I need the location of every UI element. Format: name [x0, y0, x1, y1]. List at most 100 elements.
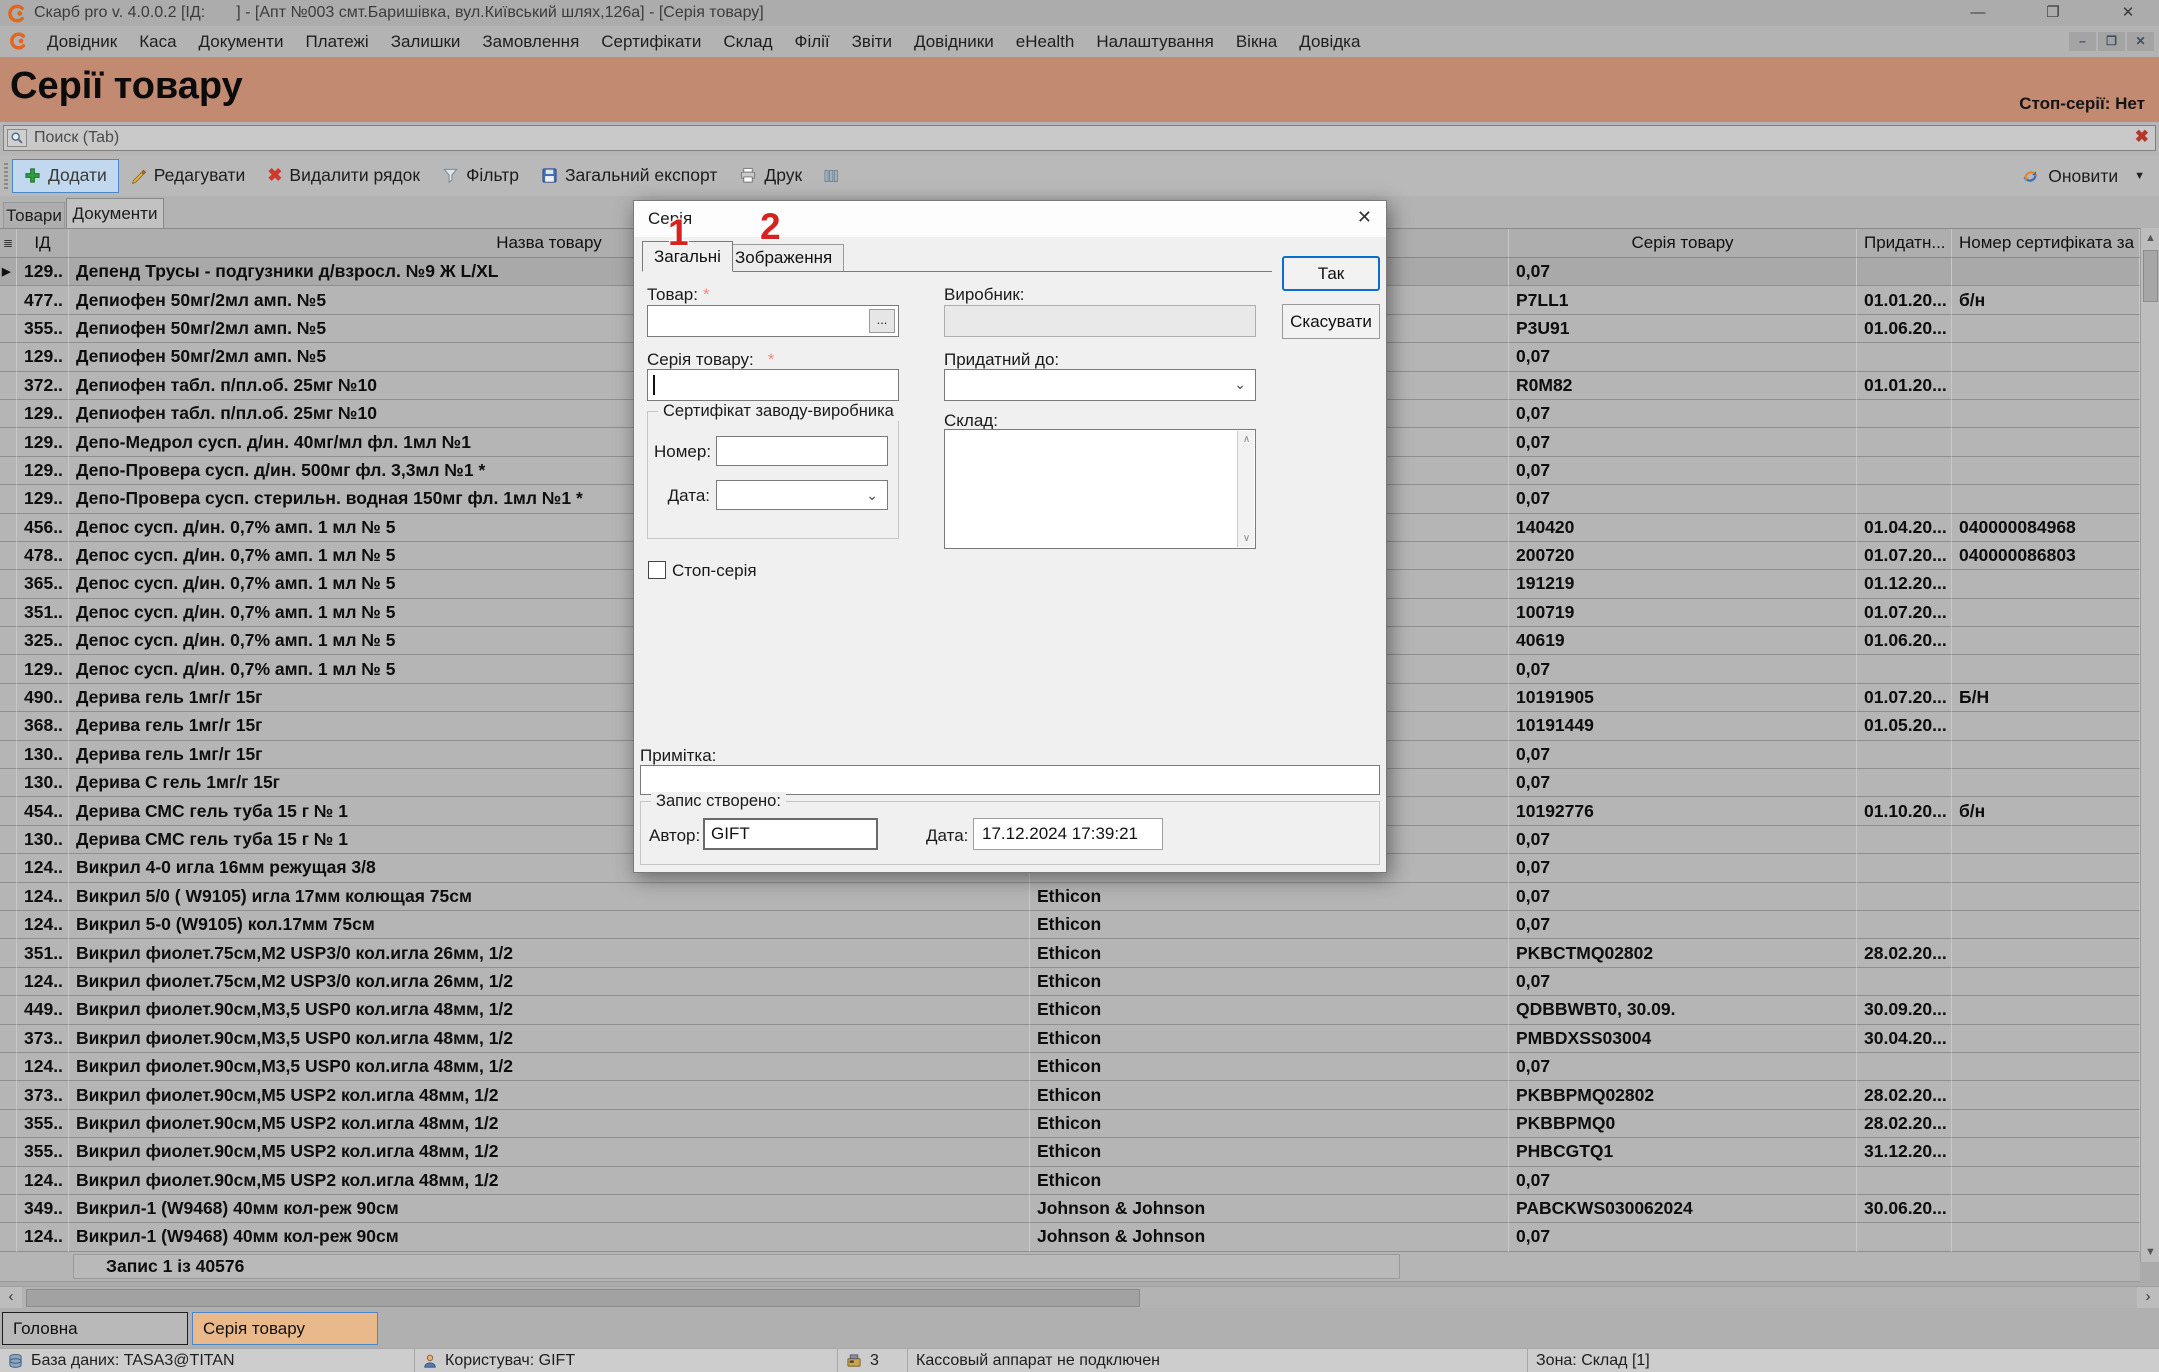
menu-item-7[interactable]: Сертифікати [590, 32, 712, 52]
table-row[interactable]: 124..Викрил фиолет.90см,М3,5 USP0 кол.иг… [0, 1053, 2140, 1081]
cancel-button[interactable]: Скасувати [1282, 304, 1380, 339]
menu-item-15[interactable]: Довідка [1288, 32, 1371, 52]
cell-name: Викрил фиолет.75см,М2 USP3/0 кол.игла 26… [69, 939, 1030, 967]
table-row[interactable]: 373..Викрил фиолет.90см,М3,5 USP0 кол.иг… [0, 1025, 2140, 1053]
cell-mfr: Ethicon [1030, 1110, 1509, 1138]
menu-item-2[interactable]: Каса [128, 32, 187, 52]
menu-item-12[interactable]: eHealth [1005, 32, 1086, 52]
cell-id: 124.. [17, 968, 69, 996]
menu-item-11[interactable]: Довідники [903, 32, 1005, 52]
avtor-field[interactable]: GIFT [703, 818, 878, 850]
print-button[interactable]: Друк [728, 159, 813, 193]
pridatny-combobox[interactable]: ⌄ [944, 369, 1256, 401]
scroll-right-icon[interactable]: › [2137, 1287, 2159, 1309]
scroll-left-icon[interactable]: ‹ [0, 1287, 22, 1309]
close-button[interactable]: ✕ [2105, 1, 2151, 25]
clear-search-icon[interactable]: ✖ [2135, 127, 2149, 147]
export-button[interactable]: Загальний експорт [530, 159, 728, 193]
menu-item-14[interactable]: Вікна [1225, 32, 1288, 52]
table-row[interactable]: 124..Викрил фиолет.75см,М2 USP3/0 кол.иг… [0, 968, 2140, 996]
delete-row-button[interactable]: ✖ Видалити рядок [256, 159, 431, 193]
table-row[interactable]: 373..Викрил фиолет.90см,М5 USP2 кол.игла… [0, 1081, 2140, 1109]
mdi-close-button[interactable]: ✕ [2127, 32, 2154, 51]
table-row[interactable]: 355..Викрил фиолет.90см,М5 USP2 кол.игла… [0, 1138, 2140, 1166]
search-input[interactable]: Поиск (Tab) ✖ [3, 125, 2156, 151]
table-row[interactable]: 124..Викрил фиолет.90см,М5 USP2 кол.игла… [0, 1167, 2140, 1195]
refresh-button[interactable]: Оновити ▼ [2021, 160, 2145, 192]
column-header-certificate[interactable]: Номер сертифіката за [1952, 229, 2140, 258]
chevron-down-icon[interactable]: ▼ [2134, 170, 2145, 182]
menu-item-4[interactable]: Платежі [294, 32, 379, 52]
restore-button[interactable]: ❐ [2030, 1, 2076, 25]
cell-id: 129.. [17, 400, 69, 428]
horizontal-scroll-thumb[interactable] [26, 1289, 1140, 1307]
columns-button[interactable] [813, 159, 850, 193]
chevron-down-icon[interactable]: ⌄ [866, 487, 878, 504]
scroll-up-icon[interactable]: ▲ [2141, 228, 2159, 248]
column-header-expiry[interactable]: Придатн... [1857, 229, 1952, 258]
mdi-restore-button[interactable]: ❐ [2098, 32, 2125, 51]
add-button[interactable]: Додати [12, 159, 119, 193]
scroll-down-icon[interactable]: ∨ [1238, 533, 1255, 544]
chevron-down-icon[interactable]: ⌄ [1234, 376, 1246, 393]
cell-expiry [1857, 968, 1952, 996]
window-title: Скарб pro v. 4.0.0.2 [ІД: ] - [Апт №003 … [34, 4, 764, 22]
status-cash-register-text: Кассовый аппарат не подключен [916, 1352, 1160, 1370]
cell-serie: 0,07 [1509, 968, 1857, 996]
dialog-close-icon[interactable]: ✕ [1357, 207, 1372, 228]
table-row[interactable]: 349..Викрил-1 (W9468) 40мм кол-реж 90смJ… [0, 1195, 2140, 1223]
menu-item-13[interactable]: Налаштування [1085, 32, 1225, 52]
menu-item-5[interactable]: Залишки [380, 32, 472, 52]
vertical-scrollbar[interactable]: ▲ ▼ [2140, 228, 2159, 1262]
grid-menu-icon[interactable]: ≣ [0, 229, 17, 258]
sklad-textarea[interactable]: ∧ ∨ [944, 429, 1256, 549]
tab-dokumenty[interactable]: Документи [66, 198, 164, 228]
edit-button[interactable]: Редагувати [119, 159, 257, 193]
menu-item-9[interactable]: Філії [784, 32, 841, 52]
menu-item-10[interactable]: Звіти [841, 32, 903, 52]
tab-tovary[interactable]: Товари [3, 202, 65, 228]
table-row[interactable]: 355..Викрил фиолет.90см,М5 USP2 кол.игла… [0, 1110, 2140, 1138]
bottom-tab-seria-tovaru[interactable]: Серія товару [192, 1312, 378, 1345]
primitka-field[interactable] [640, 765, 1380, 795]
filter-button[interactable]: Фільтр [431, 159, 530, 193]
seria-field[interactable] [647, 369, 899, 401]
dialog-tab-zobrazhennya[interactable]: Зображення [723, 244, 844, 272]
column-header-id[interactable]: ІД [17, 229, 69, 258]
ok-button[interactable]: Так [1282, 256, 1380, 291]
cell-serie: 0,07 [1509, 258, 1857, 286]
menu-item-8[interactable]: Склад [712, 32, 783, 52]
cell-expiry [1857, 741, 1952, 769]
cell-id: 454.. [17, 797, 69, 825]
column-header-series[interactable]: Серія товару [1509, 229, 1857, 258]
menu-item-3[interactable]: Документи [188, 32, 295, 52]
cell-cert [1952, 1223, 2140, 1251]
table-row[interactable]: 124..Викрил 5-0 (W9105) кол.17мм 75смEth… [0, 911, 2140, 939]
scroll-down-icon[interactable]: ▼ [2141, 1242, 2159, 1262]
table-row[interactable]: 351..Викрил фиолет.75см,М2 USP3/0 кол.иг… [0, 939, 2140, 967]
textarea-scrollbar[interactable]: ∧ ∨ [1237, 431, 1254, 547]
cell-cert [1952, 315, 2140, 343]
record-count: Запис 1 із 40576 [106, 1256, 244, 1277]
menu-item-6[interactable]: Замовлення [471, 32, 590, 52]
mdi-minimize-button[interactable]: – [2069, 32, 2096, 51]
cert-date-combobox[interactable]: ⌄ [716, 480, 888, 510]
table-row[interactable]: 124..Викрил-1 (W9468) 40мм кол-реж 90смJ… [0, 1223, 2140, 1251]
search-band: Поиск (Tab) ✖ [0, 122, 2159, 155]
table-row[interactable]: 124..Викрил 5/0 ( W9105) игла 17мм колющ… [0, 883, 2140, 911]
vertical-scroll-thumb[interactable] [2143, 250, 2158, 302]
cell-cert [1952, 655, 2140, 683]
status-database: База даних: TASA3@TITAN [0, 1349, 415, 1372]
table-row[interactable]: 449..Викрил фиолет.90см,М3,5 USP0 кол.иг… [0, 996, 2140, 1024]
created-date-field[interactable]: 17.12.2024 17:39:21 [973, 818, 1163, 850]
nomer-field[interactable] [716, 436, 888, 466]
stop-series-checkbox[interactable] [648, 561, 666, 579]
tovar-field[interactable]: ... [647, 305, 899, 337]
menu-item-1[interactable]: Довідник [36, 32, 128, 52]
horizontal-scrollbar[interactable]: ‹ › [0, 1286, 2159, 1308]
scroll-up-icon[interactable]: ∧ [1238, 434, 1255, 445]
bottom-tab-holovna[interactable]: Головна [2, 1312, 188, 1345]
browse-button[interactable]: ... [869, 309, 895, 333]
minimize-button[interactable]: — [1955, 1, 2001, 25]
toolbar-grip[interactable] [4, 163, 8, 189]
